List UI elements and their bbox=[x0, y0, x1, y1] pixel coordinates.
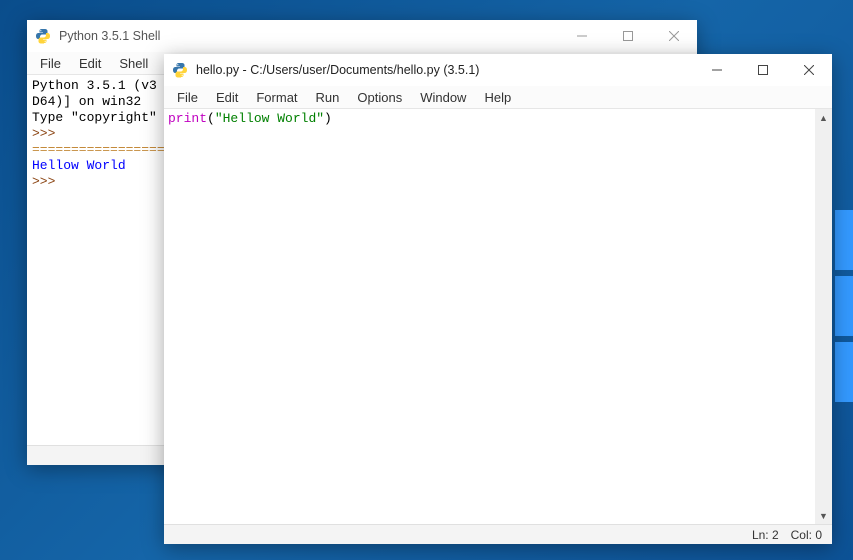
desktop-tile bbox=[835, 210, 853, 270]
code-string: "Hellow World" bbox=[215, 111, 324, 126]
close-button[interactable] bbox=[651, 20, 697, 52]
shell-text: Type "copyright" bbox=[32, 110, 157, 125]
shell-program-output: Hellow World bbox=[32, 158, 126, 173]
menu-options[interactable]: Options bbox=[348, 89, 411, 106]
menu-help[interactable]: Help bbox=[475, 89, 520, 106]
code-token: ( bbox=[207, 111, 215, 126]
close-button[interactable] bbox=[786, 54, 832, 86]
python-editor-window[interactable]: hello.py - C:/Users/user/Documents/hello… bbox=[164, 54, 832, 544]
vertical-scrollbar[interactable]: ▲ ▼ bbox=[815, 109, 832, 524]
shell-prompt: >>> bbox=[32, 126, 63, 141]
menu-edit[interactable]: Edit bbox=[70, 55, 110, 72]
desktop-tile bbox=[835, 276, 853, 336]
scroll-track[interactable] bbox=[815, 126, 832, 507]
menu-format[interactable]: Format bbox=[247, 89, 306, 106]
status-col: Col: 0 bbox=[791, 528, 822, 542]
editor-menubar: File Edit Format Run Options Window Help bbox=[164, 86, 832, 108]
menu-edit[interactable]: Edit bbox=[207, 89, 247, 106]
shell-title-text: Python 3.5.1 Shell bbox=[59, 29, 559, 43]
menu-run[interactable]: Run bbox=[307, 89, 349, 106]
code-token: ) bbox=[324, 111, 332, 126]
scroll-down-arrow-icon[interactable]: ▼ bbox=[815, 507, 832, 524]
desktop-tile bbox=[835, 342, 853, 402]
scroll-up-arrow-icon[interactable]: ▲ bbox=[815, 109, 832, 126]
code-keyword: print bbox=[168, 111, 207, 126]
python-icon bbox=[35, 28, 51, 44]
editor-titlebar[interactable]: hello.py - C:/Users/user/Documents/hello… bbox=[164, 54, 832, 86]
status-line: Ln: 2 bbox=[752, 528, 779, 542]
editor-code-area[interactable]: print("Hellow World") bbox=[164, 109, 815, 524]
shell-prompt: >>> bbox=[32, 174, 63, 189]
minimize-button[interactable] bbox=[559, 20, 605, 52]
shell-titlebar[interactable]: Python 3.5.1 Shell bbox=[27, 20, 697, 52]
minimize-button[interactable] bbox=[694, 54, 740, 86]
editor-window-controls bbox=[694, 54, 832, 86]
menu-window[interactable]: Window bbox=[411, 89, 475, 106]
maximize-button[interactable] bbox=[740, 54, 786, 86]
shell-text: Python 3.5.1 (v3 bbox=[32, 78, 157, 93]
menu-file[interactable]: File bbox=[31, 55, 70, 72]
python-icon bbox=[172, 62, 188, 78]
editor-title-text: hello.py - C:/Users/user/Documents/hello… bbox=[196, 63, 694, 77]
maximize-button[interactable] bbox=[605, 20, 651, 52]
shell-text: D64)] on win32 bbox=[32, 94, 141, 109]
menu-file[interactable]: File bbox=[168, 89, 207, 106]
shell-window-controls bbox=[559, 20, 697, 52]
editor-statusbar: Ln: 2 Col: 0 bbox=[164, 524, 832, 544]
menu-shell[interactable]: Shell bbox=[110, 55, 157, 72]
